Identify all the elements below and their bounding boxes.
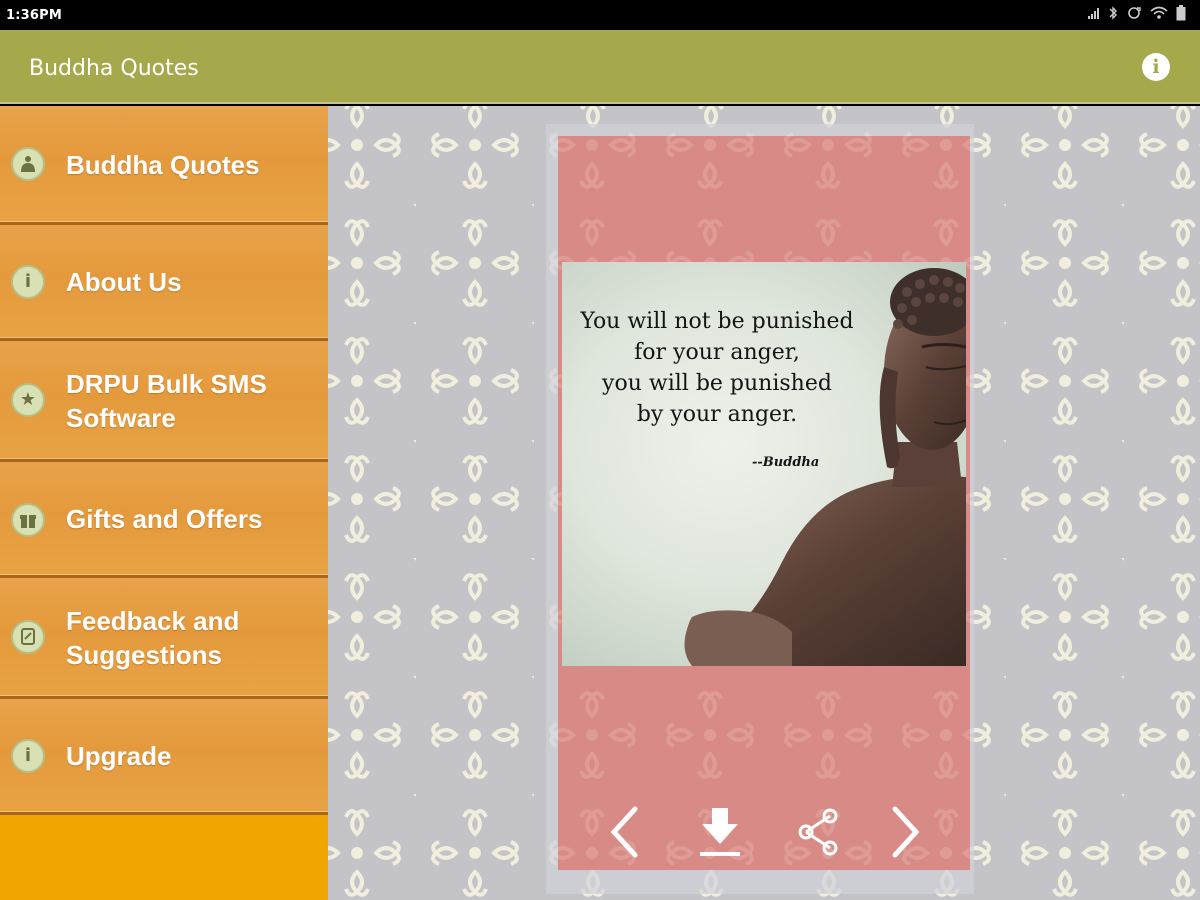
quote-line: by your anger. xyxy=(636,402,798,427)
nav-label-feedback: Feedback and Suggestions xyxy=(66,606,240,670)
nav-item-gifts-offers[interactable]: Gifts and Offers xyxy=(0,462,328,578)
nav-label-upgrade: Upgrade xyxy=(66,741,172,771)
nav-item-drpu-bulk-sms[interactable]: ★ DRPU Bulk SMS Software xyxy=(0,341,328,462)
info-icon: i xyxy=(11,739,45,773)
status-time: 1:36PM xyxy=(6,8,62,23)
nav-item-buddha-quotes[interactable]: Buddha Quotes xyxy=(0,106,328,225)
quote-viewer: You will not be punished for your anger,… xyxy=(328,106,1200,900)
gift-icon xyxy=(11,503,45,537)
share-icon[interactable] xyxy=(794,804,842,860)
quote-line: You will not be punished xyxy=(580,309,854,334)
nav-label-drpu-bulk-sms: DRPU Bulk SMS Software xyxy=(66,369,267,433)
sync-icon xyxy=(1126,6,1142,25)
nav-item-about-us[interactable]: i About Us xyxy=(0,225,328,341)
nav-item-feedback[interactable]: Feedback and Suggestions xyxy=(0,578,328,699)
info-icon[interactable]: i xyxy=(1142,53,1170,81)
status-icons xyxy=(1088,4,1186,26)
nav-item-upgrade[interactable]: i Upgrade xyxy=(0,699,328,815)
nav-label-buddha-quotes: Buddha Quotes xyxy=(66,150,260,180)
feedback-icon xyxy=(11,620,45,654)
quote-line: you will be punished xyxy=(602,371,832,396)
quote-author: --Buddha xyxy=(752,455,820,470)
wifi-icon xyxy=(1150,6,1168,25)
next-icon[interactable] xyxy=(882,804,930,860)
quote-text: You will not be punished for your anger,… xyxy=(562,306,872,430)
nav-label-about-us: About Us xyxy=(66,267,182,297)
action-bar: Buddha Quotes i xyxy=(0,30,1200,104)
buddha-icon xyxy=(11,147,45,181)
signal-icon xyxy=(1088,6,1100,24)
nav-label-gifts-offers: Gifts and Offers xyxy=(66,504,263,534)
battery-icon xyxy=(1176,4,1186,26)
quote-controls xyxy=(558,804,970,864)
bluetooth-icon xyxy=(1108,5,1118,25)
app-title: Buddha Quotes xyxy=(29,56,199,81)
quote-line: for your anger, xyxy=(634,340,800,365)
navigation-drawer: Buddha Quotes i About Us ★ DRPU Bulk SMS… xyxy=(0,106,328,900)
quote-image: You will not be punished for your anger,… xyxy=(562,262,966,666)
download-icon[interactable] xyxy=(696,804,744,860)
quote-card: You will not be punished for your anger,… xyxy=(558,136,970,870)
star-icon: ★ xyxy=(11,383,45,417)
info-icon: i xyxy=(11,265,45,299)
previous-icon[interactable] xyxy=(600,804,648,860)
status-bar: 1:36PM xyxy=(0,0,1200,30)
